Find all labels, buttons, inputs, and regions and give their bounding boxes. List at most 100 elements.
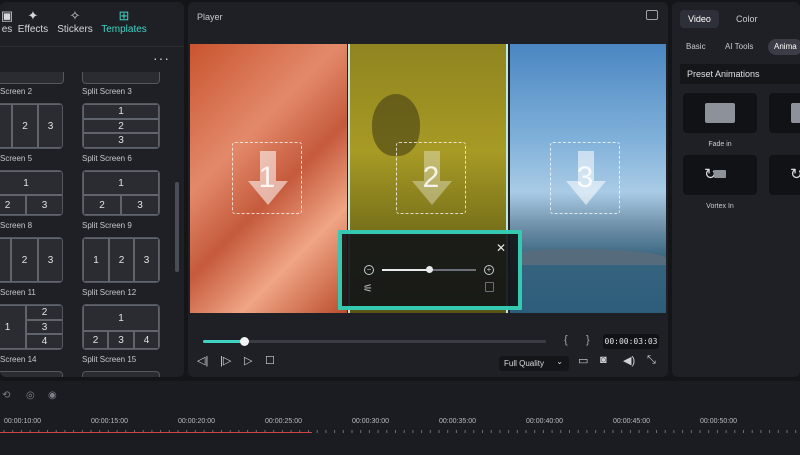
ruler-tick-label: 00:00:15:00 [91, 418, 128, 425]
magnet-icon[interactable]: ⟲ [2, 390, 10, 401]
template-thumb-screen-14[interactable] [0, 371, 63, 377]
playhead-handle[interactable] [240, 337, 250, 346]
ruler-tick-label: 00:00:25:00 [265, 418, 302, 425]
template-thumb-screen-5[interactable]: 1 2 3 [0, 170, 63, 216]
slot-number: 3 [576, 161, 594, 194]
zoom-slider-handle[interactable] [426, 266, 433, 273]
template-cell: 2 [12, 104, 38, 148]
tab-color[interactable]: Color [728, 10, 766, 28]
split-slot-3-media[interactable]: 3 [510, 44, 666, 313]
volume-icon[interactable]: ◀) [623, 354, 635, 367]
vortex-icon: ↻ [790, 166, 800, 183]
trash-icon[interactable] [485, 282, 494, 292]
template-cell: 3 [38, 238, 62, 282]
templates-grid: Screen 2 Split Screen 3 2 3 1 2 3 Screen… [0, 72, 184, 377]
template-label: Split Screen 15 [82, 355, 137, 364]
ripple-icon[interactable]: ◉ [48, 390, 57, 401]
player-title: Player [197, 12, 223, 22]
template-cell: 4 [26, 334, 62, 349]
subtab-animation[interactable]: Anima [768, 39, 800, 55]
template-thumb-split-screen-9[interactable]: 1 2 3 [82, 237, 160, 283]
template-thumb-split-screen-3[interactable] [82, 72, 160, 84]
preset-fade[interactable] [769, 93, 800, 133]
template-thumb-split-screen-6[interactable]: 1 2 3 [82, 170, 160, 216]
template-cell: 3 [121, 195, 159, 215]
properties-panel: Video Color Basic AI Tools Anima Preset … [672, 2, 800, 377]
zoom-slider-fill [382, 269, 429, 271]
drop-slot-2[interactable]: 2 [396, 142, 466, 214]
templates-icon: ⊞ [118, 8, 130, 23]
template-cell: 3 [134, 238, 159, 282]
zoom-out-icon[interactable]: − [364, 265, 374, 275]
tab-video[interactable]: Video [680, 10, 719, 28]
template-cell: 3 [26, 195, 62, 215]
close-icon[interactable]: ✕ [496, 241, 506, 255]
drop-slot-1[interactable]: 1 [232, 142, 302, 214]
quality-value: Full Quality [504, 359, 545, 368]
timecode-display: 00:00:03:03 [603, 334, 659, 349]
display-icon[interactable]: ▭ [578, 354, 588, 367]
mark-in-button[interactable]: { [564, 334, 568, 346]
chevron-down-icon: ⌄ [556, 357, 563, 366]
tab-label: Templates [101, 24, 147, 35]
ruler-tick-label: 00:00:35:00 [439, 418, 476, 425]
player-panel: Player 1 2 3 { } 00:00:03:03 ◁| |▷ ▷ ☐ F… [188, 2, 668, 377]
template-label: Split Screen 6 [82, 154, 132, 163]
mark-out-button[interactable]: } [586, 334, 590, 346]
split-slot-1-media[interactable]: 1 [190, 44, 347, 313]
render-range-bar [0, 432, 312, 433]
template-cell: 1 [83, 238, 109, 282]
template-thumb-split-screen-3-rows[interactable]: 1 2 3 [82, 103, 160, 149]
subtab-basic[interactable]: Basic [680, 39, 712, 55]
zoom-in-icon[interactable]: + [484, 265, 494, 275]
ruler-tick-label: 00:00:50:00 [700, 418, 737, 425]
tab-label: es [1, 24, 13, 35]
template-cell: 1 [83, 104, 159, 119]
template-thumb-split-screen-12[interactable]: 1 2 3 4 [82, 304, 160, 350]
template-thumb-screen-5-top[interactable]: 2 3 [0, 103, 63, 149]
preset-vortex-in[interactable]: ↻ [683, 155, 757, 195]
tab-label: Effects [17, 24, 49, 35]
adjust-icon[interactable]: ⚟ [363, 282, 373, 295]
tab-label: Stickers [57, 24, 93, 35]
progress-fill [203, 340, 245, 343]
template-label: Screen 2 [0, 87, 33, 96]
template-thumb-screen-2[interactable] [0, 72, 64, 84]
template-cell: 1 [83, 171, 159, 195]
fade-thumbnail [791, 103, 800, 123]
template-cell: 3 [83, 133, 159, 148]
template-thumb-screen-8[interactable]: 2 3 [0, 237, 63, 283]
template-thumb-split-screen-15[interactable] [82, 371, 160, 377]
subtab-ai-tools[interactable]: AI Tools [719, 39, 759, 55]
stop-icon[interactable]: ☐ [265, 354, 275, 367]
template-cell: 1 [0, 305, 26, 349]
fullscreen-icon[interactable]: ⤡ [647, 354, 656, 367]
tab-templates[interactable]: ⊞ Templates [101, 8, 147, 35]
drop-slot-3[interactable]: 3 [550, 142, 620, 214]
playback-progress[interactable] [203, 337, 546, 346]
template-cell: 3 [108, 331, 134, 349]
next-frame-icon[interactable]: |▷ [220, 354, 231, 367]
snapshot-icon[interactable]: ◙ [600, 354, 607, 366]
template-label: Split Screen 12 [82, 288, 137, 297]
previous-frame-icon[interactable]: ◁| [197, 354, 208, 367]
template-thumb-screen-11[interactable]: 1 2 3 4 [0, 304, 63, 350]
tab-stickers[interactable]: ✧ Stickers [56, 8, 94, 35]
timeline-ruler[interactable] [0, 430, 800, 436]
preset-animations-header: Preset Animations [680, 64, 800, 84]
more-options-icon[interactable]: ··· [153, 50, 170, 66]
template-cell: 1 [83, 305, 159, 331]
zoom-slider[interactable] [382, 266, 476, 273]
scopes-icon[interactable] [646, 10, 658, 20]
template-cell: 4 [134, 331, 159, 349]
templates-scrollbar[interactable] [175, 182, 179, 272]
template-label: Screen 11 [0, 288, 36, 297]
preset-fade-in[interactable] [683, 93, 757, 133]
quality-select[interactable]: Full Quality ⌄ [499, 356, 569, 371]
tab-effects[interactable]: ✦ Effects [16, 8, 50, 35]
play-icon[interactable]: ▷ [244, 354, 252, 367]
preset-vortex-out[interactable]: ↻ [769, 155, 800, 195]
preset-label: Vortex In [706, 203, 734, 210]
template-label: Screen 5 [0, 154, 33, 163]
link-icon[interactable]: ◎ [26, 390, 35, 401]
